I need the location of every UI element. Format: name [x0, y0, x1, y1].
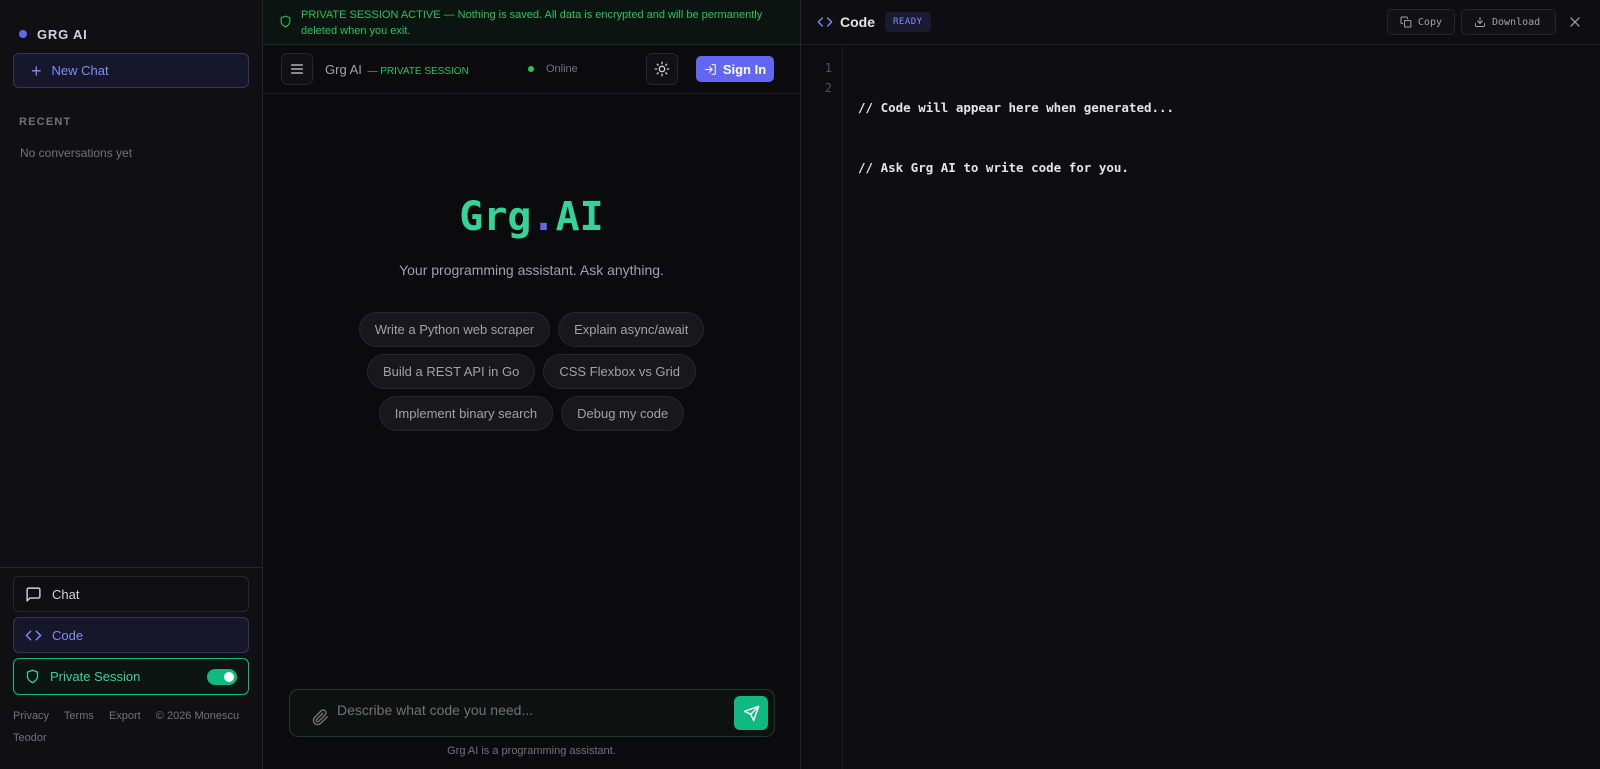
topbar-title-text: Grg AI [325, 61, 362, 77]
chat-main: PRIVATE SESSION ACTIVE — Nothing is save… [263, 0, 801, 769]
status-dot-icon [528, 66, 534, 72]
private-session-row: Private Session [13, 658, 249, 695]
empty-conversations-label: No conversations yet [20, 146, 133, 160]
suggestion-chip[interactable]: Write a Python web scraper [358, 312, 551, 347]
download-button[interactable]: Download [1461, 9, 1556, 35]
suggestion-chips: Write a Python web scraper Explain async… [263, 312, 800, 431]
privacy-link[interactable]: Privacy [13, 710, 49, 722]
close-panel-button[interactable] [1561, 9, 1589, 35]
theme-toggle-button[interactable] [646, 53, 678, 85]
plus-icon: + [31, 60, 42, 81]
message-composer [289, 689, 775, 737]
suggestion-chip[interactable]: Debug my code [561, 396, 685, 431]
code-editor[interactable]: // Code will appear here when generated.… [858, 58, 1174, 218]
hamburger-icon [291, 64, 303, 74]
shield-icon [26, 669, 39, 684]
nav-chat-label: Chat [52, 586, 80, 602]
suggestion-row: Build a REST API in Go CSS Flexbox vs Gr… [367, 354, 696, 389]
nav-code-label: Code [52, 627, 84, 643]
online-status: Online [528, 63, 578, 75]
suggestion-chip[interactable]: Implement binary search [378, 396, 554, 431]
topbar-title: Grg AI — PRIVATE SESSION [325, 62, 469, 77]
line-numbers: 1 2 [825, 58, 832, 98]
brand-name: GRG AI [37, 26, 88, 42]
paperclip-icon[interactable] [312, 708, 329, 726]
close-icon [1570, 17, 1580, 27]
code-panel-title: Code [840, 14, 875, 30]
export-link[interactable]: Export [109, 710, 141, 722]
chat-topbar: Grg AI — PRIVATE SESSION Online Sign In [263, 45, 800, 94]
disclaimer-text: Grg AI is a programming assistant. [447, 745, 616, 757]
suggestion-chip[interactable]: Build a REST API in Go [367, 354, 536, 389]
status-badge: READY [885, 12, 931, 32]
terms-link[interactable]: Terms [64, 710, 94, 722]
hero-title-b: AI [555, 194, 604, 240]
app-root: GRG AI + New Chat RECENT No conversation… [0, 0, 1600, 769]
code-line: // Code will appear here when generated.… [858, 100, 1175, 115]
chat-bubble-icon [26, 586, 41, 602]
code-panel-header: Code READY Copy Download [801, 0, 1600, 45]
line-number-gutter: 1 2 [801, 45, 843, 769]
hero-title-dot: . [531, 194, 556, 240]
download-label: Download [1492, 16, 1541, 28]
nav-code-button[interactable]: Code [13, 617, 249, 653]
nav-chat-button[interactable]: Chat [13, 576, 249, 612]
sign-in-icon [704, 63, 716, 75]
private-session-banner: PRIVATE SESSION ACTIVE — Nothing is save… [263, 0, 800, 45]
line-number: 1 [824, 61, 832, 75]
copy-icon [1400, 16, 1412, 28]
banner-text: PRIVATE SESSION ACTIVE — Nothing is save… [301, 9, 763, 37]
new-chat-label: New Chat [51, 63, 109, 78]
private-session-label: Private Session [50, 669, 141, 684]
hero-title: Grg.AI [263, 194, 800, 240]
code-brackets-icon [817, 17, 833, 27]
menu-button[interactable] [281, 53, 313, 85]
code-panel: Code READY Copy Download 1 2 // Code wil… [801, 0, 1600, 769]
shield-icon [280, 15, 291, 28]
private-session-toggle[interactable] [207, 668, 237, 685]
recent-section-label: RECENT [19, 116, 72, 128]
sidebar-bottom: Chat Code Private Session [0, 567, 262, 695]
code-line: // Ask Grg AI to write code for you. [858, 160, 1129, 175]
brand-dot-icon [19, 30, 27, 38]
suggestion-row: Implement binary search Debug my code [378, 396, 685, 431]
copy-label: Copy [1417, 16, 1442, 28]
suggestion-chip[interactable]: CSS Flexbox vs Grid [543, 354, 696, 389]
send-button[interactable] [734, 696, 768, 730]
message-input[interactable] [337, 702, 734, 718]
copy-button[interactable]: Copy [1387, 9, 1455, 35]
suggestion-row: Write a Python web scraper Explain async… [358, 312, 705, 347]
send-icon [743, 705, 759, 721]
sidebar-footer: Privacy Terms Export © 2026 Monescu Teod… [13, 705, 252, 749]
code-brackets-icon [25, 630, 42, 640]
new-chat-button[interactable]: + New Chat [13, 53, 249, 88]
sun-icon [654, 61, 670, 77]
brand: GRG AI [0, 0, 262, 48]
sign-in-button[interactable]: Sign In [696, 56, 774, 82]
hero-title-a: Grg [459, 194, 532, 240]
hero-subtitle: Your programming assistant. Ask anything… [399, 262, 664, 278]
online-status-text: Online [546, 63, 578, 75]
suggestion-chip[interactable]: Explain async/await [558, 312, 705, 347]
sidebar: GRG AI + New Chat RECENT No conversation… [0, 0, 263, 769]
topbar-subtitle: — PRIVATE SESSION [367, 65, 469, 77]
line-number: 2 [824, 81, 832, 95]
sign-in-label: Sign In [722, 61, 767, 77]
download-icon [1475, 17, 1485, 27]
